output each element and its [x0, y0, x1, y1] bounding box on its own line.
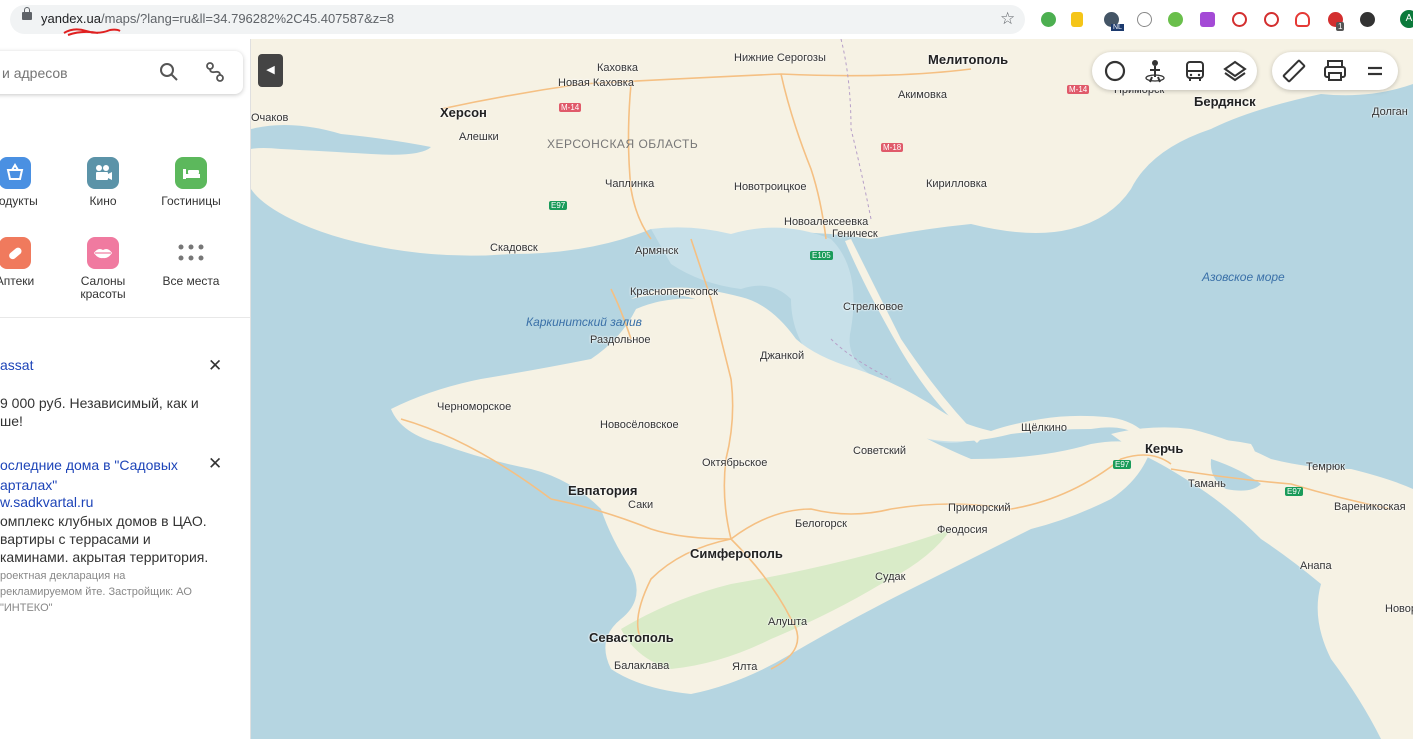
extension-purple-icon[interactable] — [1200, 12, 1215, 27]
extension-green-circle-icon[interactable] — [1041, 12, 1056, 27]
url-text[interactable]: yandex.ua/maps/?lang=ru&ll=34.796282%2C4… — [41, 11, 394, 26]
map-canvas[interactable] — [251, 39, 1413, 739]
ad-text: омплекс клубных домов в ЦАО. вартиры с т… — [0, 513, 209, 565]
close-ad-icon[interactable]: ✕ — [208, 356, 222, 376]
extension-nl-badge: NL — [1111, 24, 1124, 31]
extension-dark-icon[interactable] — [1360, 12, 1375, 27]
category-products[interactable]: родукты — [0, 157, 55, 208]
category-label: Все места — [162, 274, 220, 288]
ruler-icon[interactable] — [1274, 52, 1314, 90]
category-pharmacies[interactable]: Аптеки — [0, 237, 55, 288]
extension-count-badge: 1 — [1336, 22, 1345, 31]
ad-text: 9 000 руб. Независимый, как и ше! — [0, 395, 199, 429]
ad-title-link[interactable]: оследние дома в "Садовых арталах" — [0, 457, 178, 493]
lock-icon[interactable] — [22, 7, 32, 20]
traffic-circle-icon[interactable] — [1095, 52, 1135, 90]
search-icon[interactable] — [158, 61, 180, 83]
bus-icon[interactable] — [1175, 52, 1215, 90]
close-ad-icon[interactable]: ✕ — [208, 454, 222, 474]
grid-dots-icon — [175, 237, 207, 269]
bed-icon — [175, 157, 207, 189]
category-label: Салоны красоты — [80, 274, 126, 301]
extension-a-icon[interactable] — [1137, 12, 1152, 27]
category-all-places[interactable]: Все места — [151, 237, 231, 288]
map-tools-toolbar — [1272, 52, 1398, 90]
layers-icon[interactable] — [1215, 52, 1255, 90]
extension-download-icon[interactable] — [1232, 12, 1247, 27]
browser-toolbar: yandex.ua/maps/?lang=ru&ll=34.796282%2C4… — [0, 0, 1413, 40]
panorama-person-icon[interactable] — [1135, 52, 1175, 90]
search-input[interactable] — [0, 61, 144, 85]
ad-title-link[interactable]: assat — [0, 357, 33, 373]
map-svg[interactable] — [251, 39, 1413, 739]
category-cinema[interactable]: Кино — [63, 157, 143, 208]
category-label: Аптеки — [0, 274, 35, 288]
profile-avatar[interactable]: А — [1400, 10, 1413, 28]
ad-link-block: w.sadkvartal.ru — [0, 494, 236, 510]
collapse-sidebar-button[interactable]: ◀ — [258, 54, 283, 87]
ad-disclaimer: роектная декларация на рекламируемом йте… — [0, 570, 192, 614]
category-label: родукты — [0, 194, 38, 208]
extension-yellow-icon[interactable] — [1071, 12, 1083, 27]
category-hotels[interactable]: Гостиницы — [151, 157, 231, 208]
bookmark-star-icon[interactable]: ☆ — [1000, 9, 1015, 29]
extension-red-circle-icon[interactable] — [1264, 12, 1279, 27]
lips-icon — [87, 237, 119, 269]
basket-icon — [0, 157, 31, 189]
category-label: Кино — [89, 194, 117, 208]
menu-icon[interactable] — [1355, 52, 1395, 90]
route-icon[interactable] — [204, 61, 226, 83]
sidebar: родукты Кино Гостиницы Аптеки Салоны кра… — [0, 39, 251, 739]
ad-block-1: assat — [0, 357, 236, 373]
category-label: Гостиницы — [161, 194, 221, 208]
search-box — [0, 51, 243, 94]
print-icon[interactable] — [1315, 52, 1355, 90]
film-camera-icon — [87, 157, 119, 189]
extension-cloud-icon[interactable] — [1295, 12, 1310, 27]
extension-leaf-icon[interactable] — [1168, 12, 1183, 27]
ad-url-link[interactable]: w.sadkvartal.ru — [0, 494, 93, 510]
divider — [0, 317, 250, 318]
pill-icon — [0, 237, 31, 269]
map-layer-toolbar — [1092, 52, 1257, 90]
red-scribble-mark — [63, 28, 121, 36]
ad-block-2: оследние дома в "Садовых арталах" — [0, 455, 190, 495]
category-beauty-salons[interactable]: Салоны красоты — [63, 237, 143, 301]
